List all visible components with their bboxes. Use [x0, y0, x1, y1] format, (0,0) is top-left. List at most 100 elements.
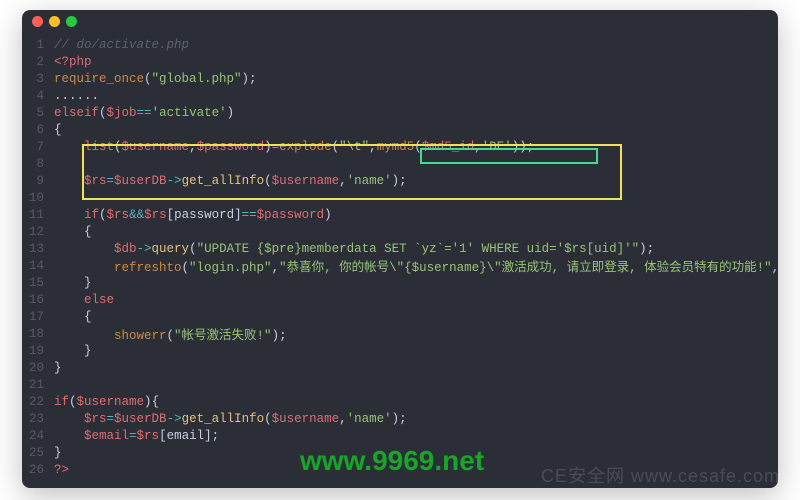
line-number: 21 — [22, 378, 54, 392]
token: [ — [167, 208, 175, 222]
token: } — [84, 344, 92, 358]
token: { — [84, 225, 92, 239]
line-number: 17 — [22, 310, 54, 324]
token: ); — [392, 174, 407, 188]
line-number: 5 — [22, 106, 54, 120]
line-number: 12 — [22, 225, 54, 239]
code-line: 26?> — [22, 461, 778, 478]
token: ?> — [54, 463, 69, 477]
token: elseif — [54, 106, 99, 120]
code-line: 4...... — [22, 87, 778, 104]
code-line: 24 $email=$rs[email]; — [22, 427, 778, 444]
code-line: 14 refreshto("login.php","恭喜你, 你的帐号\"{$u… — [22, 257, 778, 274]
token: ( — [189, 242, 197, 256]
line-number: 25 — [22, 446, 54, 460]
code-line: 12 { — [22, 223, 778, 240]
line-number: 4 — [22, 89, 54, 103]
token: explode — [279, 140, 332, 154]
token: ( — [182, 261, 190, 275]
token — [54, 293, 84, 307]
code-content: ?> — [54, 463, 778, 477]
token: && — [129, 208, 144, 222]
token: $password — [197, 140, 265, 154]
token: $password — [257, 208, 325, 222]
token: query — [152, 242, 190, 256]
minimize-icon[interactable] — [49, 16, 60, 27]
token: ( — [114, 140, 122, 154]
token: )); — [512, 140, 535, 154]
token: ( — [264, 412, 272, 426]
token: ( — [167, 329, 175, 343]
token: "帐号激活失败!" — [174, 329, 272, 343]
token — [54, 329, 114, 343]
code-line: 10 — [22, 189, 778, 206]
line-number: 20 — [22, 361, 54, 375]
token — [54, 310, 84, 324]
code-content: { — [54, 225, 778, 239]
token — [54, 208, 84, 222]
code-content: } — [54, 361, 778, 375]
token — [54, 140, 84, 154]
line-number: 7 — [22, 140, 54, 154]
token: $rs — [84, 412, 107, 426]
token: $userDB — [114, 412, 167, 426]
code-content: { — [54, 123, 778, 137]
line-number: 13 — [22, 242, 54, 256]
token — [54, 174, 84, 188]
code-line: 1// do/activate.php — [22, 36, 778, 53]
token: if — [54, 395, 69, 409]
token: , — [189, 140, 197, 154]
token: ); — [639, 242, 654, 256]
token: "\t" — [339, 140, 369, 154]
line-number: 24 — [22, 429, 54, 443]
token: ) — [227, 106, 235, 120]
token: require_once — [54, 72, 144, 86]
maximize-icon[interactable] — [66, 16, 77, 27]
code-line: 8 — [22, 155, 778, 172]
token: $rs — [107, 208, 130, 222]
token: ); — [272, 329, 287, 343]
code-content: $db->query("UPDATE {$pre}memberdata SET … — [54, 242, 778, 256]
token: 'DE' — [482, 140, 512, 154]
token: == — [137, 106, 152, 120]
line-number: 8 — [22, 157, 54, 171]
token: , — [772, 261, 778, 275]
token: "恭喜你, 你的帐号\"{$username}\"激活成功, 请立即登录, 体验… — [279, 261, 772, 275]
token: ) — [264, 140, 272, 154]
code-content: } — [54, 276, 778, 290]
code-content: ...... — [54, 89, 778, 103]
token: $rs — [144, 208, 167, 222]
line-number: 18 — [22, 327, 54, 341]
close-icon[interactable] — [32, 16, 43, 27]
token: $username — [272, 174, 340, 188]
token: 'name' — [347, 174, 392, 188]
line-number: 6 — [22, 123, 54, 137]
line-number: 22 — [22, 395, 54, 409]
token: ) — [324, 208, 332, 222]
code-content: { — [54, 310, 778, 324]
token: { — [152, 395, 160, 409]
code-area: 1// do/activate.php2<?php3require_once("… — [22, 32, 778, 482]
token: , — [369, 140, 377, 154]
token — [54, 225, 84, 239]
token: ( — [99, 106, 107, 120]
line-number: 19 — [22, 344, 54, 358]
token: $username — [272, 412, 340, 426]
token: get_allInfo — [182, 174, 265, 188]
token — [54, 429, 84, 443]
code-line: 20} — [22, 359, 778, 376]
token: $md5_id — [422, 140, 475, 154]
token: { — [54, 123, 62, 137]
line-number: 2 — [22, 55, 54, 69]
token: list — [84, 140, 114, 154]
line-number: 23 — [22, 412, 54, 426]
token: = — [129, 429, 137, 443]
code-line: 16 else — [22, 291, 778, 308]
token: ( — [69, 395, 77, 409]
code-window: 1// do/activate.php2<?php3require_once("… — [22, 10, 778, 488]
code-line: 3require_once("global.php"); — [22, 70, 778, 87]
token: ]; — [204, 429, 219, 443]
token: ( — [414, 140, 422, 154]
token: { — [84, 310, 92, 324]
line-number: 14 — [22, 259, 54, 273]
